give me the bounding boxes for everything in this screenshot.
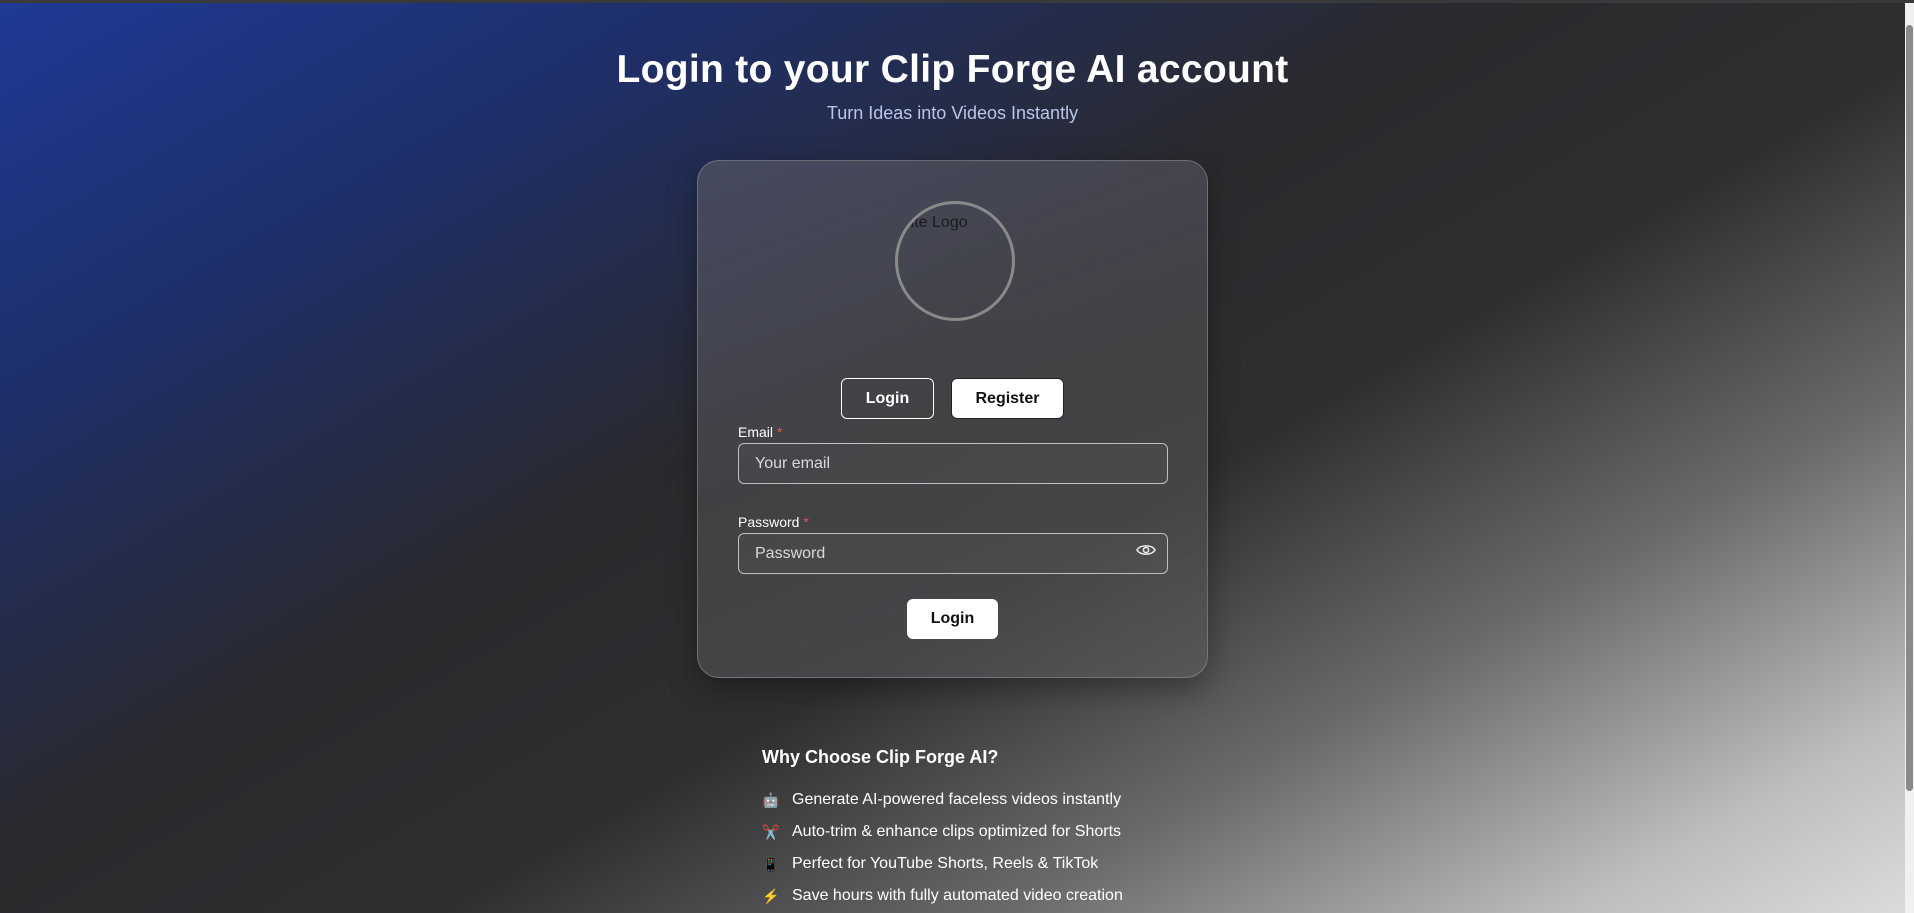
password-field[interactable] [738,533,1168,574]
top-border [0,0,1914,3]
feature-text: Generate AI-powered faceless videos inst… [792,791,1122,808]
feature-list: 🤖 Generate AI-powered faceless videos in… [762,784,1123,912]
list-item: 🤖 Generate AI-powered faceless videos in… [762,784,1123,816]
register-tab-button[interactable]: Register [951,378,1064,419]
scissors-icon: ✂️ [762,823,780,840]
eye-icon[interactable] [1136,543,1156,557]
email-label: Email * [738,424,782,440]
email-label-text: Email [738,424,774,440]
login-tab-button[interactable]: Login [841,378,934,419]
lightning-icon: ⚡ [762,887,780,904]
required-mark: * [803,514,809,530]
list-item: 📱 Perfect for YouTube Shorts, Reels & Ti… [762,848,1123,880]
login-card: Site Logo Login Register Email * Passwor… [697,160,1208,678]
email-field[interactable] [738,443,1168,484]
scrollbar-thumb[interactable] [1906,25,1913,791]
site-logo-alt-text: Site Logo [900,214,968,231]
feature-text: Auto-trim & enhance clips optimized for … [792,823,1122,840]
robot-icon: 🤖 [762,791,780,808]
list-item: ✂️ Auto-trim & enhance clips optimized f… [762,816,1123,848]
page-subtitle: Turn Ideas into Videos Instantly [826,103,1079,123]
phone-icon: 📱 [762,855,780,872]
site-logo: Site Logo [895,201,1015,321]
password-label-text: Password [738,514,800,530]
list-item: ⚡ Save hours with fully automated video … [762,880,1123,912]
scrollbar[interactable] [1905,3,1914,913]
page-title: Login to your Clip Forge AI account [616,48,1289,91]
password-label: Password * [738,514,809,530]
feature-text: Perfect for YouTube Shorts, Reels & TikT… [792,855,1099,872]
feature-text: Save hours with fully automated video cr… [792,887,1123,904]
required-mark: * [776,424,783,440]
login-submit-button[interactable]: Login [907,599,998,639]
why-choose-heading: Why Choose Clip Forge AI? [762,747,999,767]
